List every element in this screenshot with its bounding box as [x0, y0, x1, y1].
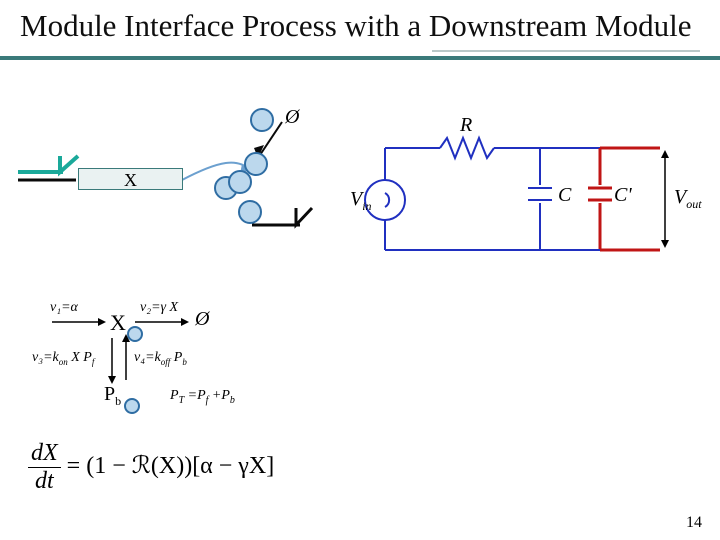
vin-label: Vin	[350, 188, 372, 214]
ode-frac: dX dt	[28, 440, 61, 495]
page-number: 14	[686, 514, 702, 532]
vin-sub: in	[362, 199, 371, 213]
node-center	[228, 170, 252, 194]
v3-f: f	[92, 357, 95, 367]
node-top	[250, 108, 274, 132]
vout-label: Vout	[674, 186, 702, 212]
slide-title: Module Interface Process with a Downstre…	[20, 8, 700, 44]
ode-frac-top: dX	[28, 440, 61, 468]
x-species: X	[110, 310, 126, 336]
cprime-label: C'	[614, 184, 632, 207]
phi2-label: Ø	[195, 308, 209, 331]
node-right	[238, 200, 262, 224]
ode-frac-bot: dt	[28, 468, 61, 495]
ode-equation: dX dt = (1 − ℛ(X))[α − γX]	[28, 440, 274, 495]
v2-label: v₂=γ X	[140, 300, 178, 316]
x-species-dot	[127, 326, 143, 342]
pb-p: P	[104, 383, 115, 405]
v3-prefix: v₃=k	[32, 350, 59, 365]
pt-b-sub: b	[230, 395, 235, 406]
v4-prefix: v₄=k	[134, 350, 161, 365]
pt-p: P	[170, 388, 179, 403]
ode-body: = (1 − ℛ(X))[α − γX]	[67, 453, 275, 479]
v4-b: b	[182, 357, 187, 367]
v3-label: v₃=kon X Pf	[32, 350, 94, 367]
vout-sub: out	[686, 197, 701, 211]
v4-tail: P	[170, 350, 182, 365]
diagram-canvas: X Ø R Vin C C' Vout v₁=α v₂=γ X X Ø v₃=k…	[0, 100, 720, 520]
pb-species: Pb	[104, 383, 121, 409]
v4-off: off	[161, 357, 171, 367]
vin-v: V	[350, 188, 362, 210]
r-label: R	[460, 114, 472, 137]
slide-header: Module Interface Process with a Downstre…	[0, 0, 720, 60]
pb-sub: b	[115, 394, 121, 408]
c-label: C	[558, 184, 571, 207]
v3-tail: X P	[68, 350, 92, 365]
vout-v: V	[674, 186, 686, 208]
v3-on: on	[59, 357, 68, 367]
pt-plus: +P	[208, 388, 230, 403]
x-box-label: X	[124, 170, 137, 190]
pb-species-dot	[124, 398, 140, 414]
pt-eq-mid: =P	[184, 388, 206, 403]
x-box: X	[78, 168, 183, 190]
pt-eq: PT =Pf +Pb	[170, 388, 235, 406]
phi-label: Ø	[285, 106, 299, 129]
v4-label: v₄=koff Pb	[134, 350, 187, 367]
v1-label: v₁=α	[50, 300, 78, 316]
